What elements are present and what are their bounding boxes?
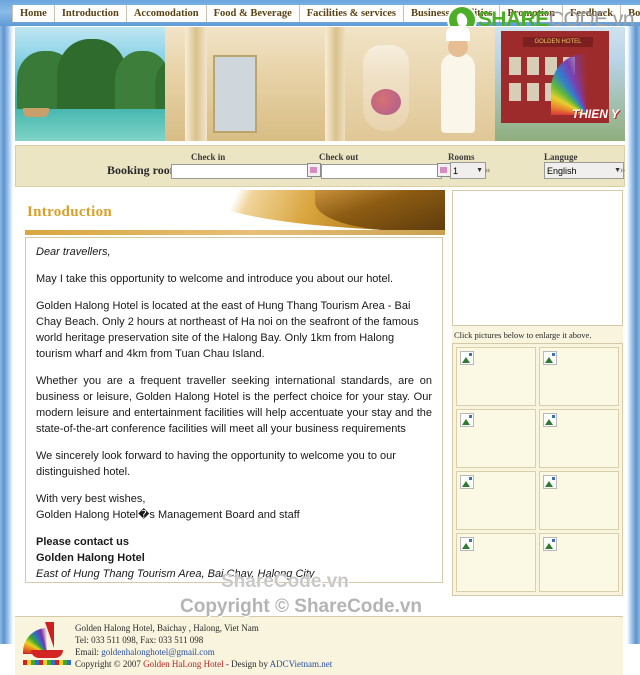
gallery-thumbnail[interactable]: [456, 471, 536, 530]
footer-hotel-address: Golden Halong Hotel, Baichay , Halong, V…: [75, 623, 259, 633]
checkin-caption: Check in: [191, 152, 226, 162]
checkin-input[interactable]: [171, 164, 312, 179]
language-select-value: English: [547, 165, 577, 176]
content-area: Introduction Dear travellers, May I take…: [15, 190, 623, 610]
intro-paragraph-location: Golden Halong Hotel is located at the ea…: [36, 300, 419, 360]
intro-closing-line1: With very best wishes,: [36, 493, 146, 505]
broken-image-icon: [543, 537, 557, 551]
gallery-thumbnail[interactable]: [539, 409, 619, 468]
intro-opening: May I take this opportunity to welcome a…: [36, 273, 394, 285]
nav-item-introduction[interactable]: Introduction: [54, 5, 127, 22]
nav-item-book-rooms[interactable]: Book Rooms: [621, 5, 640, 22]
nav-item-feedback[interactable]: Feedback: [562, 5, 622, 22]
footer-designer-link[interactable]: ADCVietnam.net: [270, 659, 333, 669]
broken-image-icon: [460, 413, 474, 427]
banner-boat-shape: [23, 108, 49, 117]
footer-design-prefix: - Design by: [223, 659, 270, 669]
nav-item-accomodation[interactable]: Accomodation: [126, 5, 207, 22]
checkout-caption: Check out: [319, 152, 359, 162]
main-column: Introduction Dear travellers, May I take…: [15, 190, 445, 592]
banner-vase-shape: [363, 45, 409, 131]
intro-paragraph-sincerely: We sincerely look forward to having the …: [36, 450, 396, 478]
footer-email-line: Email: goldenhalonghotel@gmail.com: [75, 647, 215, 657]
banner-hotel-exterior-photo: GOLDEN HOTEL THIEN Y: [495, 27, 625, 141]
checkout-input[interactable]: [321, 164, 442, 179]
footer-hotel-link[interactable]: Golden HaLong Hotel: [143, 659, 223, 669]
footer-email-label: Email:: [75, 647, 102, 657]
nav-items-container: Home Introduction Accomodation Food & Be…: [12, 5, 640, 22]
banner-hotel-sign: GOLDEN HOTEL: [523, 37, 593, 47]
broken-image-icon: [543, 351, 557, 365]
gallery-thumbnail[interactable]: [539, 471, 619, 530]
banner-lobby-photo: [165, 27, 355, 141]
section-header: Introduction: [15, 190, 445, 237]
broken-image-icon: [543, 413, 557, 427]
broken-image-icon: [543, 475, 557, 489]
language-select[interactable]: English ▼: [544, 162, 624, 179]
gallery-column: Click pictures below to enlarge it above…: [452, 190, 623, 596]
nav-item-business-facilities[interactable]: Business Facilities: [403, 5, 501, 22]
gallery-thumbnail-grid: [452, 343, 623, 596]
content-watermark: ShareCode.vn: [221, 571, 349, 592]
intro-paragraph-whether: Whether you are a frequent traveller see…: [36, 375, 432, 435]
top-navigation-bar: Home Introduction Accomodation Food & Be…: [0, 0, 640, 26]
gallery-thumbnail[interactable]: [539, 347, 619, 406]
footer-copyright-prefix: Copyright © 2007: [75, 659, 144, 669]
hero-banner: GOLDEN HOTEL THIEN Y: [15, 27, 625, 141]
page-frame: GOLDEN HOTEL THIEN Y Booking rooms Check…: [0, 26, 640, 675]
gallery-thumbnail[interactable]: [539, 533, 619, 592]
gallery-large-image[interactable]: [452, 190, 623, 326]
contact-heading: Please contact us: [36, 536, 129, 548]
banner-chef-figure: [441, 27, 475, 133]
banner-rainbow-logo-icon: [551, 53, 623, 115]
rooms-submit-button[interactable]: »: [485, 164, 491, 176]
language-submit-button[interactable]: »: [620, 164, 626, 176]
contact-hotel-name: Golden Halong Hotel: [36, 552, 145, 564]
rooms-caption: Rooms: [448, 152, 475, 162]
nav-item-food-beverage[interactable]: Food & Beverage: [206, 5, 300, 22]
intro-closing-line2: Golden Halong Hotel�s Management Board a…: [36, 509, 300, 521]
language-caption: Languge: [544, 152, 578, 162]
header-gold-rule: [25, 230, 445, 235]
nav-item-home[interactable]: Home: [12, 5, 55, 22]
introduction-text-panel: Dear travellers, May I take this opportu…: [25, 237, 443, 583]
gallery-thumbnail[interactable]: [456, 533, 536, 592]
rooms-select[interactable]: 1 ▼: [450, 162, 486, 179]
footer-copyright-line: Copyright © 2007 Golden HaLong Hotel - D…: [75, 659, 332, 669]
gallery-thumbnail[interactable]: [456, 409, 536, 468]
checkout-calendar-icon[interactable]: [437, 163, 451, 177]
footer-email-link[interactable]: goldenhalonghotel@gmail.com: [101, 647, 215, 657]
broken-image-icon: [460, 537, 474, 551]
rooms-select-value: 1: [453, 165, 459, 176]
banner-vase-chef-photo: [345, 27, 505, 141]
nav-item-promotion[interactable]: Promotion: [500, 5, 563, 22]
banner-thieny-label: THIEN Y: [571, 107, 619, 121]
broken-image-icon: [460, 475, 474, 489]
gallery-thumbnail[interactable]: [456, 347, 536, 406]
checkin-calendar-icon[interactable]: [307, 163, 321, 177]
gallery-instruction-text: Click pictures below to enlarge it above…: [452, 326, 623, 343]
page-body: GOLDEN HOTEL THIEN Y Booking rooms Check…: [15, 26, 626, 675]
hotel-logo-icon: [23, 620, 71, 665]
chevron-down-icon: ▼: [476, 167, 483, 174]
booking-bar: Booking rooms Check in Check out Rooms 1…: [15, 145, 626, 187]
broken-image-icon: [460, 351, 474, 365]
page-title: Introduction: [27, 204, 113, 220]
page-footer: Golden Halong Hotel, Baichay , Halong, V…: [15, 616, 623, 675]
intro-salutation: Dear travellers,: [36, 246, 111, 258]
nav-item-facilities-services[interactable]: Facilities & services: [299, 5, 404, 22]
